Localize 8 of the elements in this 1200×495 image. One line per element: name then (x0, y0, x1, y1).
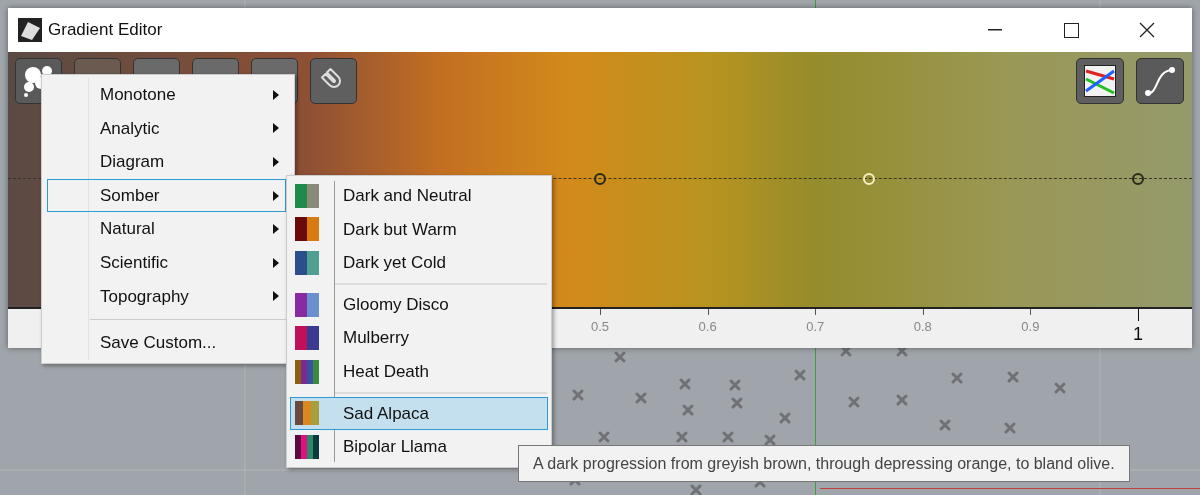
ruler-label: 1 (1133, 323, 1143, 346)
ruler-label: 0.6 (698, 318, 717, 336)
ruler-label: 0.7 (806, 318, 825, 336)
ruler-label: 0.5 (590, 318, 610, 336)
tooltip: A dark progression from greyish brown, through depressing orange, to bland olive. (518, 445, 1130, 482)
ruler-label: 0.9 (1021, 318, 1040, 336)
window-title: Gradient Editor (48, 19, 163, 42)
ruler-label: 0.8 (913, 318, 932, 336)
